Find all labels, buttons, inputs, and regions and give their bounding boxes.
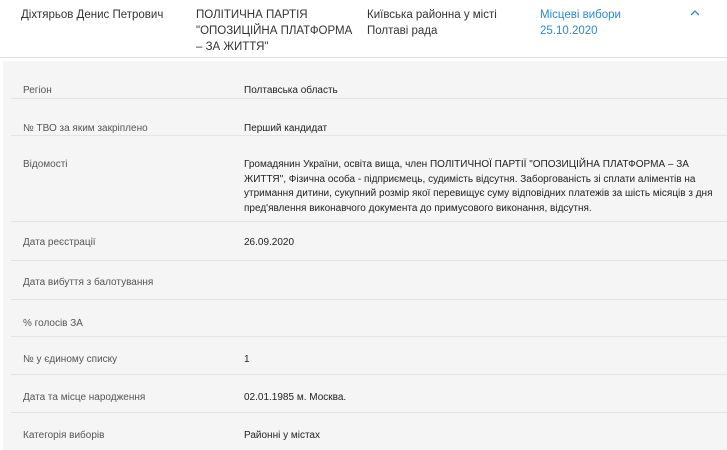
detail-label: Категорія виборів: [23, 430, 105, 441]
detail-label: Дата реєстрації: [23, 237, 96, 248]
candidate-party: ПОЛІТИЧНА ПАРТІЯ "ОПОЗИЦІЙНА ПЛАТФОРМА –…: [196, 9, 353, 53]
detail-label: Регіон: [23, 85, 52, 96]
detail-value: Громадянин України, освіта вища, член ПО…: [244, 159, 713, 214]
detail-label: Дата та місце народження: [23, 392, 146, 403]
candidate-name: Діхтярьов Денис Петрович: [21, 9, 164, 21]
candidate-header-row[interactable]: Діхтярьов Денис Петрович ПОЛІТИЧНА ПАРТІ…: [0, 0, 727, 58]
detail-label: % голосів ЗА: [23, 318, 83, 329]
detail-row-votes-percent: % голосів ЗА: [11, 300, 727, 337]
detail-value: Перший кандидат: [244, 123, 328, 134]
detail-row-election-category: Категорія виборів Районні у містах: [11, 413, 727, 450]
candidate-details-panel: Регіон Полтавська область № ТВО за яким …: [3, 61, 727, 450]
detail-row-district: № ТВО за яким закріплено Перший кандидат: [11, 99, 727, 136]
detail-value: Полтавська область: [244, 85, 338, 96]
detail-row-region: Регіон Полтавська область: [11, 61, 727, 99]
detail-label: Відомості: [23, 159, 68, 170]
detail-value: Районні у містах: [244, 430, 320, 441]
detail-label: № у єдиному списку: [23, 354, 118, 365]
detail-label: Дата вибуття з балотування: [23, 277, 154, 288]
council-name: Київська районна у місті Полтаві рада: [367, 9, 497, 37]
detail-row-birth: Дата та місце народження 02.01.1985 м. М…: [11, 375, 727, 413]
election-link[interactable]: Місцеві вибори 25.10.2020: [540, 7, 680, 39]
detail-value: 02.01.1985 м. Москва.: [244, 392, 347, 403]
detail-row-info: Відомості Громадянин України, освіта вищ…: [11, 136, 727, 222]
detail-row-registration-date: Дата реєстрації 26.09.2020: [11, 222, 727, 261]
detail-value: 26.09.2020: [244, 237, 295, 248]
detail-value: 1: [244, 354, 250, 365]
chevron-up-icon[interactable]: [688, 7, 702, 19]
detail-row-withdrawal-date: Дата вибуття з балотування: [11, 261, 727, 300]
detail-row-list-number: № у єдиному списку 1: [11, 337, 727, 375]
detail-label: № ТВО за яким закріплено: [23, 123, 148, 134]
